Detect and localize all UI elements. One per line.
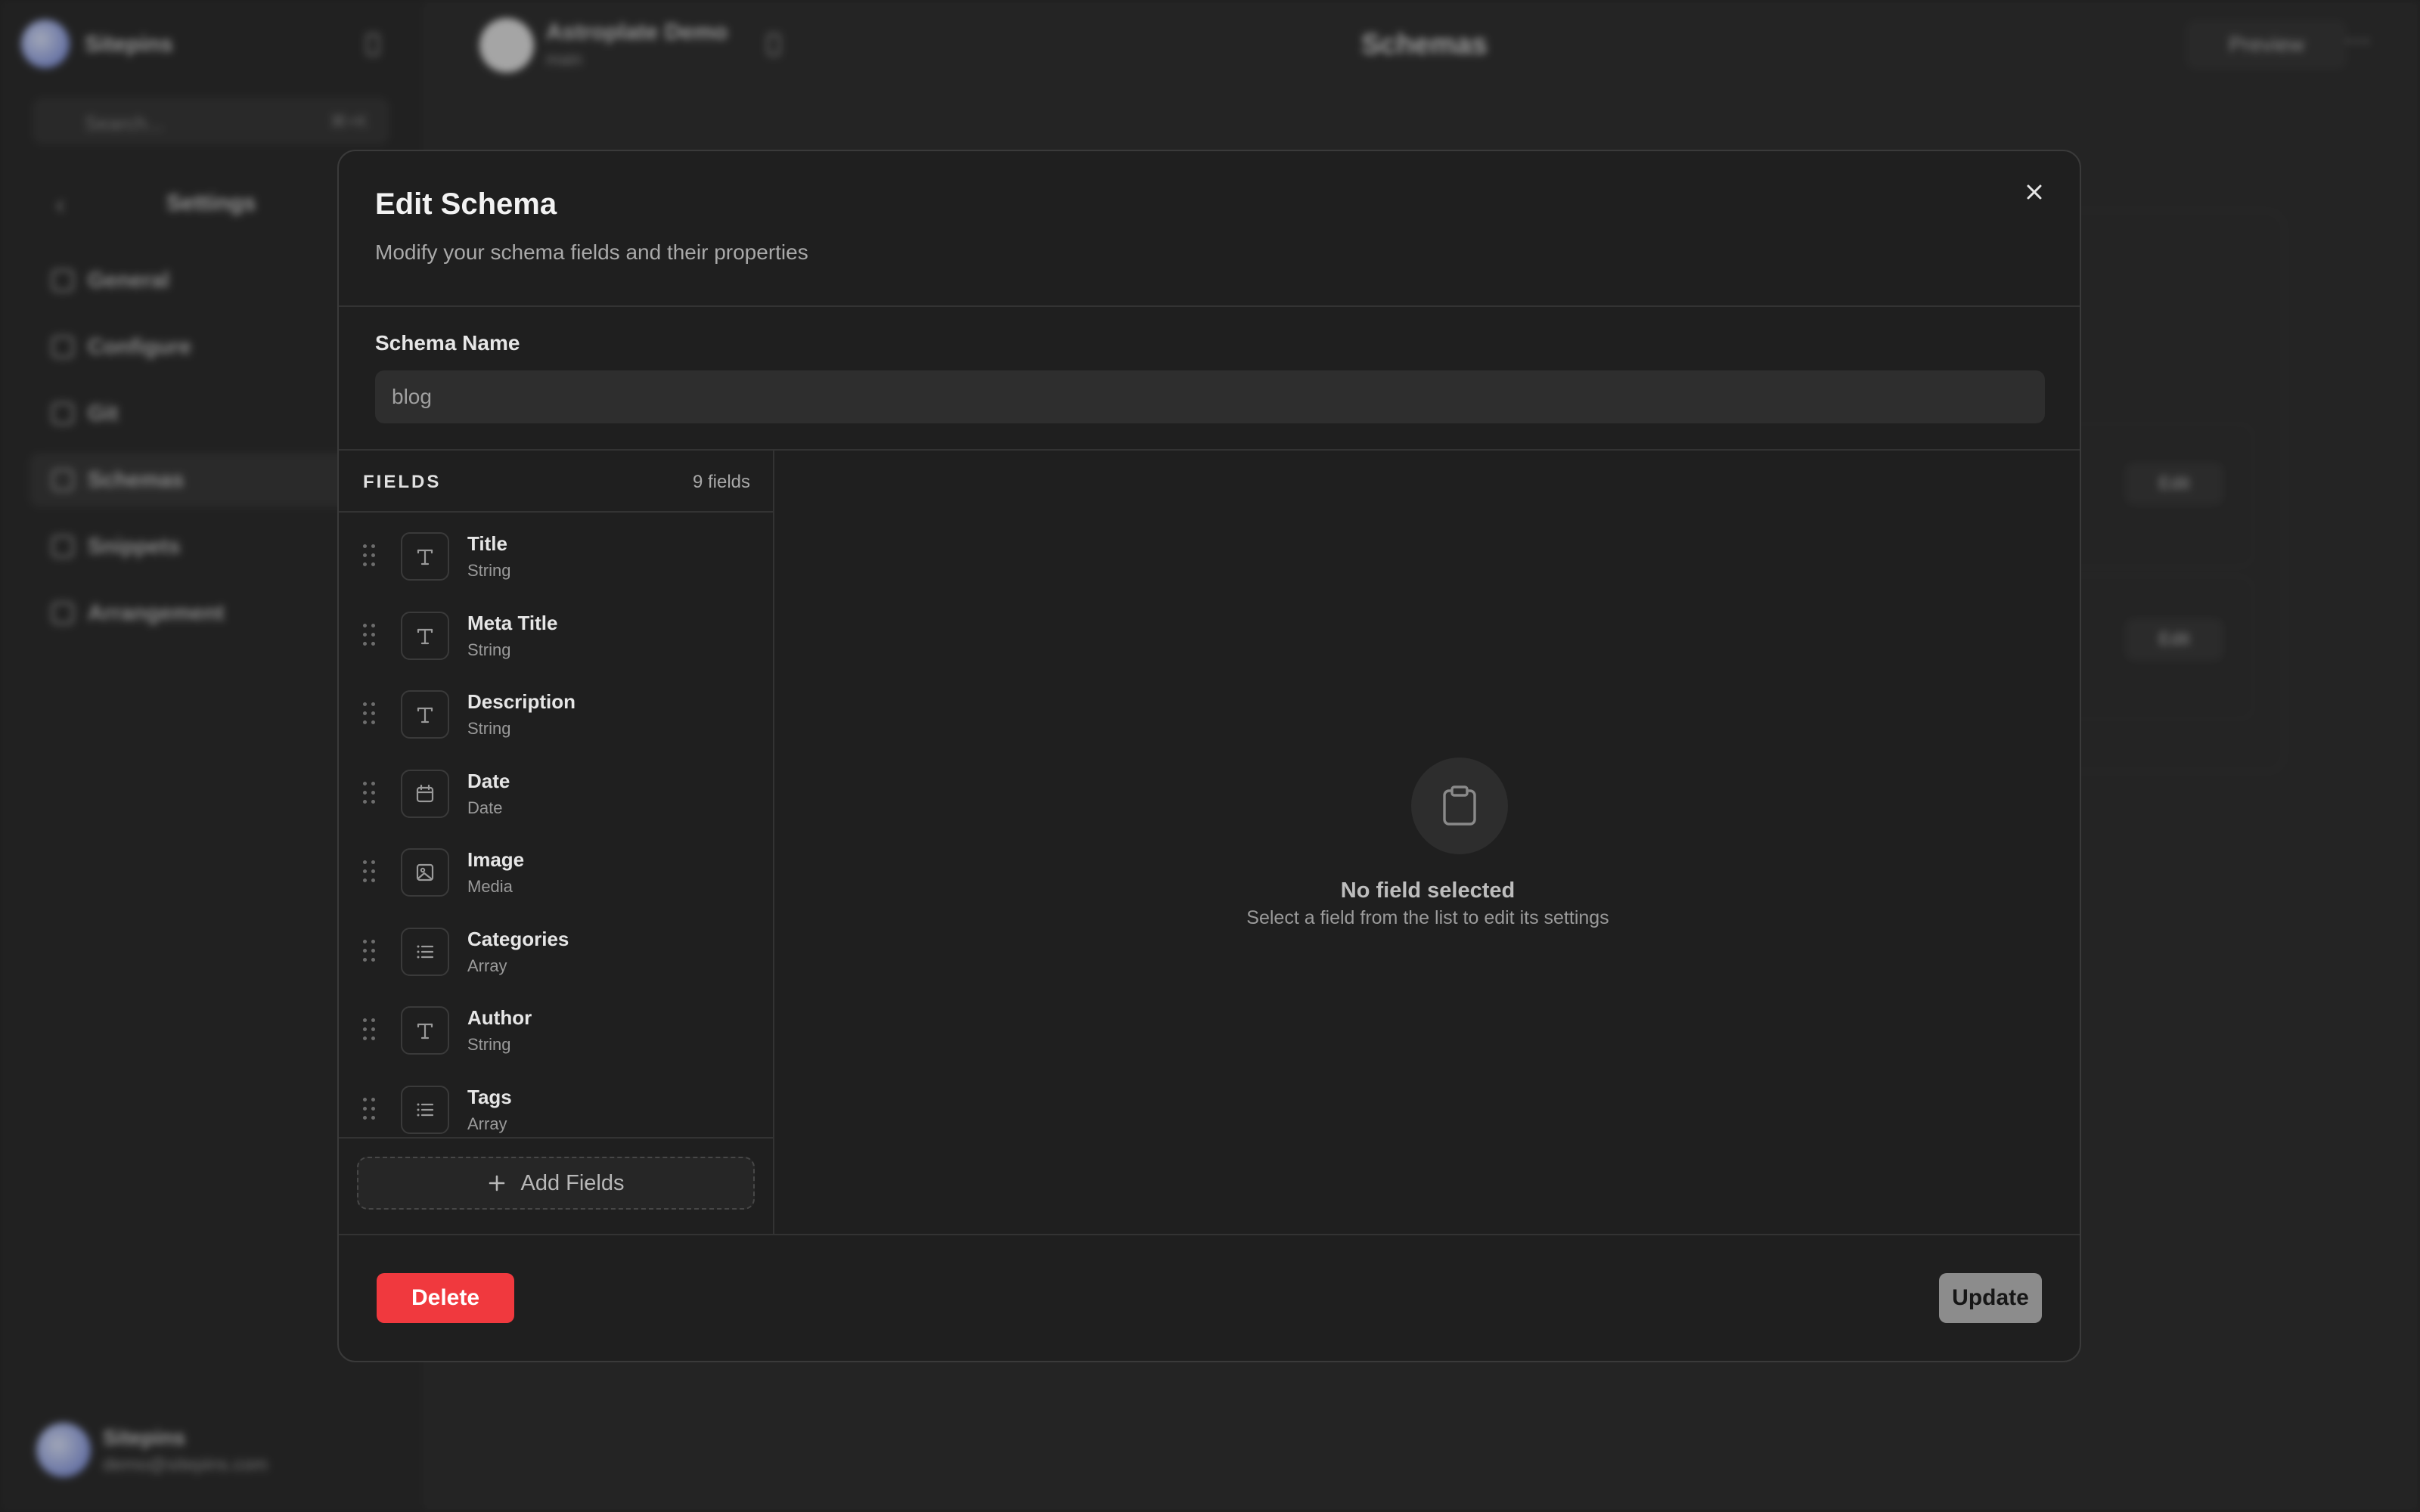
field-list[interactable]: Title String Meta Title String Description St… (339, 513, 773, 1137)
field-type: Array (467, 956, 507, 975)
drag-handle-icon[interactable] (363, 860, 378, 883)
field-item[interactable]: Title String (339, 513, 773, 591)
field-type: String (467, 640, 511, 659)
field-item[interactable]: Meta Title String (339, 592, 773, 671)
plus-icon (489, 1175, 505, 1191)
delete-button[interactable]: Delete (377, 1273, 514, 1323)
text-icon (401, 532, 449, 581)
close-button[interactable] (2016, 174, 2052, 210)
field-name: Description (467, 690, 576, 713)
add-fields-label: Add Fields (520, 1170, 625, 1195)
field-name: Author (467, 1006, 532, 1029)
field-type: Media (467, 877, 513, 896)
drag-handle-icon[interactable] (363, 544, 378, 567)
divider (339, 305, 2080, 307)
drag-handle-icon[interactable] (363, 939, 378, 962)
field-type: String (467, 561, 511, 580)
field-item[interactable]: Author String (339, 987, 773, 1065)
field-item[interactable]: Image Media (339, 829, 773, 907)
fields-panel: FIELDS 9 fields Title String Meta Title Str… (339, 451, 774, 1234)
field-item[interactable]: Tags Array (339, 1066, 773, 1138)
field-name: Tags (467, 1085, 512, 1108)
field-item[interactable]: Date Date (339, 750, 773, 829)
add-fields-button[interactable]: Add Fields (357, 1157, 755, 1210)
drag-handle-icon[interactable] (363, 702, 378, 725)
image-icon (401, 848, 449, 897)
field-name: Meta Title (467, 611, 558, 634)
fields-count: 9 fields (692, 472, 750, 492)
field-name: Date (467, 769, 510, 792)
field-editor-empty-state: No field selected Select a field from th… (776, 451, 2080, 1234)
field-type: String (467, 719, 511, 738)
field-type: String (467, 1035, 511, 1054)
field-item[interactable]: Categories Array (339, 908, 773, 987)
text-icon (401, 1006, 449, 1055)
clipboard-icon-wrapper (1411, 758, 1508, 854)
field-item[interactable]: Description String (339, 671, 773, 749)
clipboard-icon (1443, 785, 1476, 826)
schema-name-label: Schema Name (375, 331, 520, 355)
dialog-title: Edit Schema (375, 187, 557, 221)
drag-handle-icon[interactable] (363, 1018, 378, 1041)
dialog-description: Modify your schema fields and their prop… (375, 240, 808, 264)
update-button[interactable]: Update (1939, 1273, 2042, 1323)
edit-schema-dialog: Edit Schema Modify your schema fields an… (337, 150, 2081, 1362)
list-icon (401, 1085, 449, 1134)
close-icon (2027, 184, 2042, 200)
calendar-icon (401, 769, 449, 818)
text-icon (401, 611, 449, 660)
divider (339, 1234, 2080, 1235)
field-name: Title (467, 532, 507, 555)
fields-heading: FIELDS (363, 472, 442, 492)
field-name: Image (467, 848, 525, 871)
field-type: Array (467, 1114, 507, 1133)
text-icon (401, 690, 449, 739)
empty-state-title: No field selected (1340, 878, 1516, 903)
schema-name-input[interactable] (375, 370, 2045, 423)
list-icon (401, 927, 449, 976)
divider (339, 1137, 773, 1139)
field-type: Date (467, 798, 503, 817)
empty-state-subtitle: Select a field from the list to edit its… (1246, 907, 1609, 928)
drag-handle-icon[interactable] (363, 1097, 378, 1120)
drag-handle-icon[interactable] (363, 781, 378, 804)
drag-handle-icon[interactable] (363, 623, 378, 646)
field-name: Categories (467, 927, 569, 950)
